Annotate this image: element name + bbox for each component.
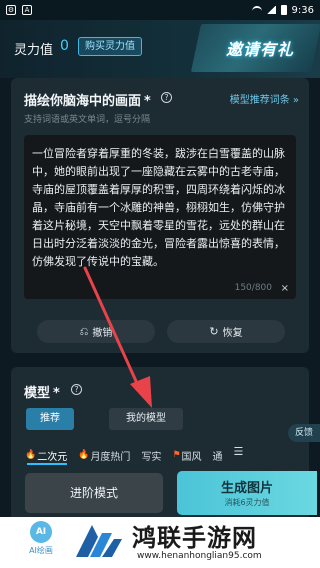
menu-icon[interactable]: ☰ <box>234 445 244 465</box>
generate-cost: 消耗6灵力值 <box>224 498 270 507</box>
settings-icon: ⚙ <box>6 5 16 15</box>
spirit-label: 灵力值 <box>14 43 54 58</box>
prompt-title: 描绘你脑海中的画面 * <box>24 90 151 109</box>
watermark-logo-icon <box>76 525 122 557</box>
model-title: 模型 * <box>24 382 60 401</box>
undo-button[interactable]: ⎌ 撤销 <box>37 320 155 343</box>
prompt-textarea[interactable]: 一位冒险者穿着厚重的冬装，跋涉在白雪覆盖的山脉中，她的眼前出现了一座隐藏在云雾中… <box>24 135 296 299</box>
category-realistic[interactable]: 写实 <box>141 445 161 465</box>
tab-my-model[interactable]: 我的模型 <box>109 408 183 430</box>
ai-icon: AI <box>30 521 52 543</box>
char-count: 150/800 <box>234 283 272 293</box>
undo-icon: ⎌ <box>79 324 89 338</box>
category-row: 🔥 二次元 🔥 月度热门 写实 ⚑ 国风 通 ☰ <box>25 445 309 465</box>
ai-draw-label: AI绘画 <box>29 546 53 555</box>
model-card: 模型 * ? 推荐 我的模型 🔥 二次元 🔥 月度热门 写实 ⚑ 国风 通 ☰ 进… <box>11 367 317 517</box>
restore-label: 恢复 <box>222 328 243 339</box>
spirit-value: 0 <box>60 38 69 54</box>
status-bar: ⚙ A 9:36 <box>0 0 320 20</box>
fire-icon: 🔥 <box>78 450 90 460</box>
generate-label: 生成图片 <box>220 481 273 496</box>
category-realistic-label: 写实 <box>141 451 162 463</box>
model-recommend-link[interactable]: 模型推荐词条 » <box>230 91 299 106</box>
status-right: 9:36 <box>251 4 314 16</box>
category-guofeng[interactable]: ⚑ 国风 <box>172 445 201 465</box>
watermark-title: 鸿联手游网 <box>132 523 257 552</box>
restore-icon: ↻ <box>209 325 219 338</box>
model-required-star: * <box>53 386 60 401</box>
signal-icon <box>266 6 276 14</box>
prompt-text[interactable]: 一位冒险者穿着厚重的冬装，跋涉在白雪覆盖的山脉中，她的眼前出现了一座隐藏在云雾中… <box>32 145 290 271</box>
help-icon[interactable]: ? <box>161 92 172 103</box>
category-monthly-hot-label: 月度热门 <box>90 451 131 463</box>
category-guofeng-label: 国风 <box>181 451 202 463</box>
advanced-mode-button[interactable]: 进阶模式 <box>25 473 163 513</box>
undo-label: 撤销 <box>92 328 113 339</box>
prompt-card: 描绘你脑海中的画面 * ? 模型推荐词条 » 支持词语或英文单词，逗号分隔 一位冒… <box>11 78 309 353</box>
flag-icon: ⚑ <box>172 450 181 460</box>
ai-draw-tab[interactable]: AI AI绘画 <box>26 521 56 556</box>
prompt-title-text: 描绘你脑海中的画面 <box>24 94 142 109</box>
category-underline <box>27 463 67 465</box>
model-help-icon[interactable]: ? <box>71 384 82 395</box>
required-star: * <box>144 94 151 109</box>
invite-banner-text[interactable]: 邀请有礼 <box>226 36 294 60</box>
fire-icon: 🔥 <box>25 450 37 460</box>
status-time: 9:36 <box>291 4 314 16</box>
watermark-url: www.henanhonglian95.com <box>137 551 262 561</box>
category-general[interactable]: 通 <box>213 445 223 465</box>
category-anime-label: 二次元 <box>37 451 68 463</box>
battery-icon <box>280 5 287 15</box>
top-header: 灵力值 0 购买灵力值 邀请有礼 <box>0 20 320 78</box>
category-anime[interactable]: 🔥 二次元 <box>25 445 67 465</box>
a-icon: A <box>22 5 32 15</box>
category-monthly-hot[interactable]: 🔥 月度热门 <box>78 445 130 465</box>
clear-icon[interactable]: × <box>281 283 289 294</box>
bottom-bar: AI AI绘画 鸿联手游网 www.henanhonglian95.com <box>0 517 320 568</box>
buy-spirit-button[interactable]: 购买灵力值 <box>78 37 142 56</box>
wifi-icon <box>251 6 262 14</box>
tab-recommend[interactable]: 推荐 <box>26 408 74 430</box>
status-left: ⚙ A <box>6 5 32 15</box>
feedback-button[interactable]: 反馈 <box>288 424 320 442</box>
restore-button[interactable]: ↻ 恢复 <box>167 320 285 343</box>
generate-image-button[interactable]: 生成图片 消耗6灵力值 <box>177 471 317 515</box>
model-title-text: 模型 <box>24 386 51 401</box>
prompt-hint: 支持词语或英文单词，逗号分隔 <box>24 115 151 125</box>
category-general-label: 通 <box>212 451 223 463</box>
